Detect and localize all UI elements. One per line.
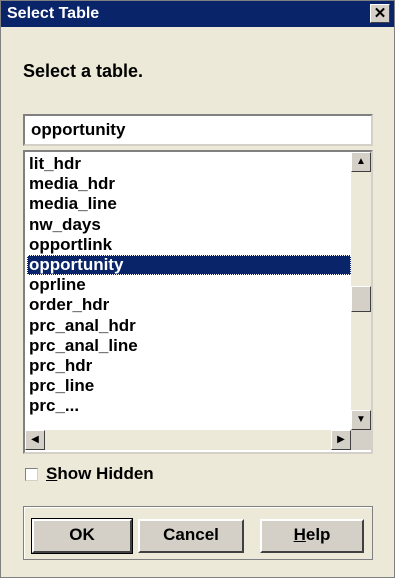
show-hidden-checkbox[interactable]: [25, 467, 38, 481]
arrow-right-icon[interactable]: ▶: [331, 430, 351, 450]
list-item[interactable]: prc_anal_line: [27, 336, 351, 356]
select-table-dialog: Select Table ✕ Select a table. lit_hdrme…: [0, 0, 395, 578]
show-hidden-accel: S: [46, 464, 58, 483]
window-title: Select Table: [7, 5, 100, 22]
help-accel: H: [293, 525, 306, 544]
vertical-scrollbar[interactable]: ▲ ▼: [351, 152, 371, 430]
list-item[interactable]: lit_hdr: [27, 154, 351, 174]
table-list-items: lit_hdr media_hdr media_line nw_days opportl…: [27, 154, 351, 416]
list-item[interactable]: opportlink: [27, 235, 351, 255]
list-item[interactable]: media_line: [27, 194, 351, 214]
arrow-left-icon[interactable]: ◀: [25, 430, 45, 450]
list-item[interactable]: nw_days: [27, 215, 351, 235]
help-label-rest: elp: [305, 525, 331, 544]
table-filter-input[interactable]: [23, 114, 373, 146]
show-hidden-checkbox-row[interactable]: Show Hidden: [25, 463, 154, 485]
title-bar[interactable]: Select Table ✕: [1, 1, 394, 27]
table-listbox[interactable]: lit_hdr media_hdr media_line nw_days opportl…: [23, 150, 373, 454]
button-group: OK Cancel Help: [23, 506, 373, 560]
list-item[interactable]: prc_anal_hdr: [27, 316, 351, 336]
list-item[interactable]: prc_...: [27, 396, 351, 416]
arrow-up-icon[interactable]: ▲: [351, 152, 371, 172]
arrow-down-icon[interactable]: ▼: [351, 410, 371, 430]
list-item[interactable]: prc_line: [27, 376, 351, 396]
list-item[interactable]: prc_hdr: [27, 356, 351, 376]
help-button[interactable]: Help: [260, 519, 364, 553]
cancel-button[interactable]: Cancel: [138, 519, 244, 553]
vertical-scroll-thumb[interactable]: [351, 286, 371, 312]
horizontal-scrollbar[interactable]: ◀ ▶: [25, 430, 351, 450]
list-item[interactable]: oprline: [27, 275, 351, 295]
list-item[interactable]: opportunity: [27, 254, 351, 276]
ok-button[interactable]: OK: [31, 518, 133, 554]
close-icon[interactable]: ✕: [370, 4, 390, 23]
show-hidden-label[interactable]: Show Hidden: [46, 464, 154, 484]
show-hidden-label-rest: how Hidden: [57, 464, 154, 483]
list-item[interactable]: media_hdr: [27, 174, 351, 194]
scrollbar-corner: [351, 430, 371, 450]
list-item[interactable]: order_hdr: [27, 295, 351, 315]
prompt-text: Select a table.: [23, 61, 144, 81]
